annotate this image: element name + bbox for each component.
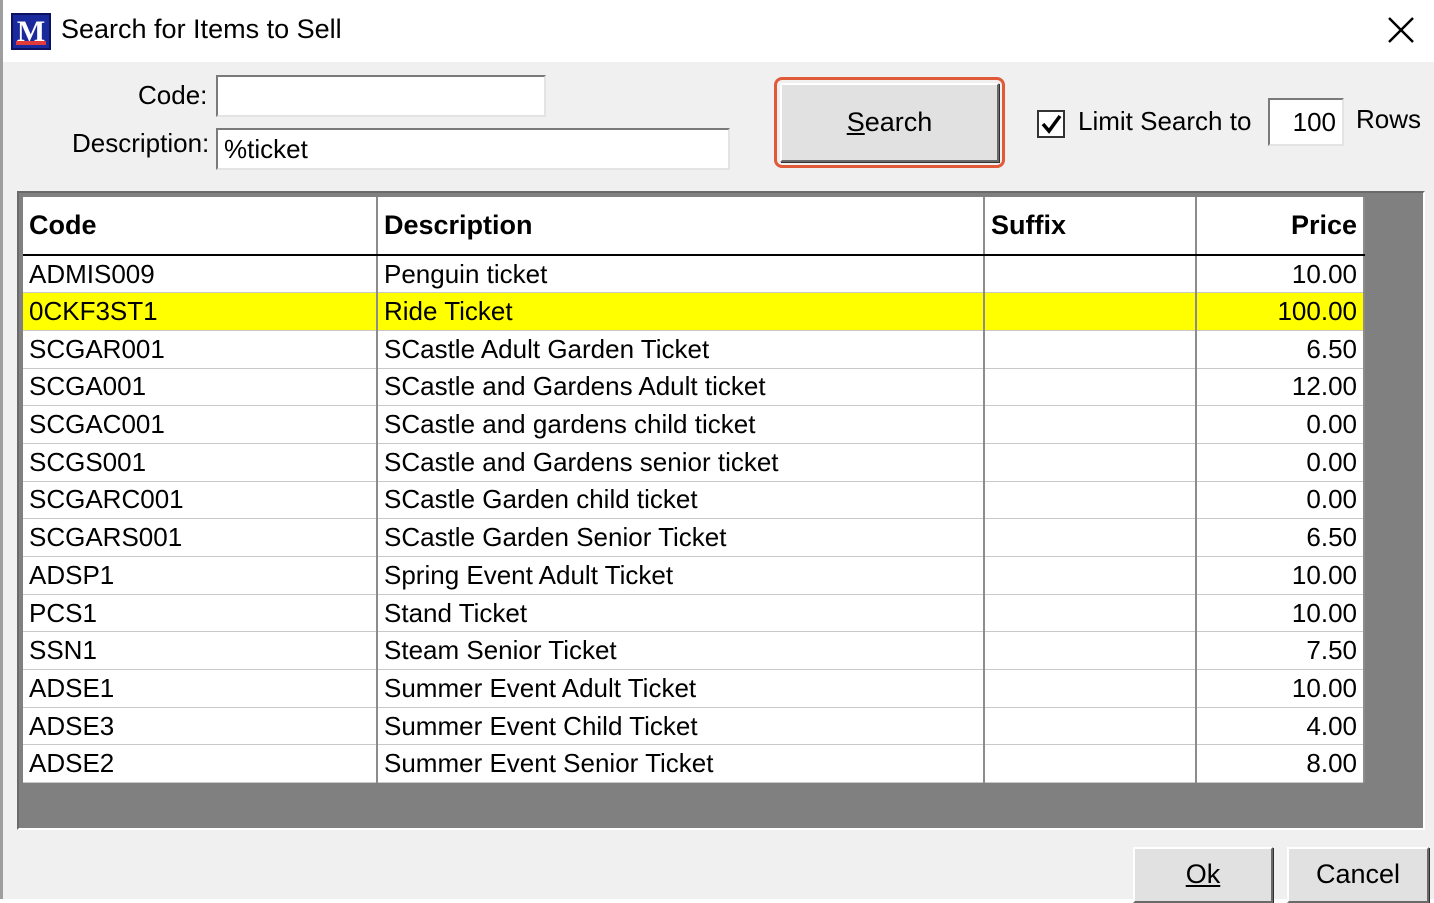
limit-search-checkbox[interactable] bbox=[1037, 110, 1065, 138]
cell-suffix bbox=[984, 368, 1197, 407]
cell-description: SCastle Garden Senior Ticket bbox=[377, 518, 985, 557]
cell-description: Spring Event Adult Ticket bbox=[377, 556, 985, 595]
im-logo-icon: M bbox=[11, 13, 51, 50]
column-header-price[interactable]: Price bbox=[1196, 197, 1365, 256]
cell-code: ADSE1 bbox=[23, 669, 378, 708]
table-row[interactable]: SCGAC001 SCastle and gardens child ticket… bbox=[23, 405, 1365, 444]
cell-suffix bbox=[984, 707, 1197, 746]
cell-suffix bbox=[984, 405, 1197, 444]
cell-price: 0.00 bbox=[1196, 481, 1365, 520]
cell-description: SCastle and gardens child ticket bbox=[377, 405, 985, 444]
cell-description: Stand Ticket bbox=[377, 594, 985, 633]
table-row[interactable]: SCGAR001 SCastle Adult Garden Ticket 6.50 bbox=[23, 330, 1365, 369]
table-row[interactable]: SCGS001 SCastle and Gardens senior ticket… bbox=[23, 443, 1365, 482]
cell-suffix bbox=[984, 556, 1197, 595]
ok-button-label: Ok bbox=[1185, 859, 1221, 889]
search-button[interactable]: Search bbox=[780, 83, 999, 162]
dialog-window: M Search for Items to Sell Code: Descrip… bbox=[0, 0, 1434, 903]
cancel-button[interactable]: Cancel bbox=[1287, 847, 1429, 903]
column-header-code[interactable]: Code bbox=[23, 197, 378, 256]
cell-code: SCGAC001 bbox=[23, 405, 378, 444]
cell-price: 10.00 bbox=[1196, 669, 1365, 708]
description-label: Description: bbox=[72, 128, 210, 158]
table-row[interactable]: 0CKF3ST1 Ride Ticket 100.00 bbox=[23, 292, 1365, 331]
cell-description: SCastle and Gardens Adult ticket bbox=[377, 368, 985, 407]
cell-code: ADMIS009 bbox=[23, 255, 378, 294]
column-header-description[interactable]: Description bbox=[377, 197, 985, 256]
title-bar: M Search for Items to Sell bbox=[3, 0, 1434, 62]
cell-price: 6.50 bbox=[1196, 330, 1365, 369]
table-row[interactable]: ADSE3 Summer Event Child Ticket 4.00 bbox=[23, 707, 1365, 746]
table-row[interactable]: SCGARC001 SCastle Garden child ticket 0.00 bbox=[23, 481, 1365, 520]
cell-code: SCGS001 bbox=[23, 443, 378, 482]
cell-suffix bbox=[984, 594, 1197, 633]
table-row[interactable]: PCS1 Stand Ticket 10.00 bbox=[23, 594, 1365, 633]
cell-suffix bbox=[984, 255, 1197, 294]
table-row[interactable]: ADSE2 Summer Event Senior Ticket 8.00 bbox=[23, 744, 1365, 784]
cell-code: ADSE2 bbox=[23, 744, 378, 784]
table-row[interactable]: ADSP1 Spring Event Adult Ticket 10.00 bbox=[23, 556, 1365, 595]
cell-price: 10.00 bbox=[1196, 556, 1365, 595]
cell-price: 10.00 bbox=[1196, 255, 1365, 294]
close-icon bbox=[1388, 17, 1414, 43]
cell-price: 7.50 bbox=[1196, 631, 1365, 671]
cell-code: SCGARS001 bbox=[23, 518, 378, 557]
cell-description: SCastle and Gardens senior ticket bbox=[377, 443, 985, 482]
cell-price: 12.00 bbox=[1196, 368, 1365, 407]
table-row[interactable]: SCGARS001 SCastle Garden Senior Ticket 6.5… bbox=[23, 518, 1365, 557]
description-input[interactable]: %ticket bbox=[216, 128, 730, 170]
cell-description: Ride Ticket bbox=[377, 292, 985, 331]
limit-rows-input[interactable]: 100 bbox=[1268, 98, 1344, 146]
cell-suffix bbox=[984, 669, 1197, 708]
table-row[interactable]: ADSE1 Summer Event Adult Ticket 10.00 bbox=[23, 669, 1365, 708]
cell-description: Steam Senior Ticket bbox=[377, 631, 985, 671]
search-button-label: Search bbox=[846, 107, 933, 137]
results-body: ADMIS009 Penguin ticket 10.00 0CKF3ST1 Ride … bbox=[23, 255, 1365, 784]
cell-price: 4.00 bbox=[1196, 707, 1365, 746]
cell-code: PCS1 bbox=[23, 594, 378, 633]
cell-suffix bbox=[984, 481, 1197, 520]
cell-code: SSN1 bbox=[23, 631, 378, 671]
cell-code: ADSE3 bbox=[23, 707, 378, 746]
search-button-focus-ring: Search bbox=[774, 77, 1005, 168]
column-header-suffix[interactable]: Suffix bbox=[984, 197, 1197, 256]
table-row[interactable]: ADMIS009 Penguin ticket 10.00 bbox=[23, 255, 1365, 294]
cell-code: ADSP1 bbox=[23, 556, 378, 595]
cell-price: 10.00 bbox=[1196, 594, 1365, 633]
cell-suffix bbox=[984, 744, 1197, 784]
close-button[interactable] bbox=[1379, 10, 1423, 50]
cell-price: 6.50 bbox=[1196, 518, 1365, 557]
cell-description: Penguin ticket bbox=[377, 255, 985, 294]
cell-suffix bbox=[984, 292, 1197, 331]
window-title: Search for Items to Sell bbox=[61, 14, 342, 44]
cell-code: SCGAR001 bbox=[23, 330, 378, 369]
table-row[interactable]: SCGA001 SCastle and Gardens Adult ticket 1… bbox=[23, 368, 1365, 407]
rows-label: Rows bbox=[1356, 104, 1422, 134]
code-input[interactable] bbox=[216, 75, 546, 117]
cell-suffix bbox=[984, 443, 1197, 482]
cell-price: 100.00 bbox=[1196, 292, 1365, 331]
cell-price: 0.00 bbox=[1196, 405, 1365, 444]
results-table: Code Description Suffix Price ADMIS009 Pe… bbox=[23, 197, 1365, 784]
cell-suffix bbox=[984, 330, 1197, 369]
results-grid: Code Description Suffix Price ADMIS009 Pe… bbox=[17, 191, 1425, 830]
header-row: Code Description Suffix Price bbox=[23, 197, 1365, 256]
cell-price: 8.00 bbox=[1196, 744, 1365, 784]
cell-description: SCastle Adult Garden Ticket bbox=[377, 330, 985, 369]
ok-button[interactable]: Ok bbox=[1133, 847, 1273, 903]
table-row[interactable]: SSN1 Steam Senior Ticket 7.50 bbox=[23, 631, 1365, 671]
limit-search-label: Limit Search to bbox=[1078, 106, 1252, 136]
cell-code: 0CKF3ST1 bbox=[23, 292, 378, 331]
cell-description: SCastle Garden child ticket bbox=[377, 481, 985, 520]
cell-description: Summer Event Senior Ticket bbox=[377, 744, 985, 784]
cell-description: Summer Event Child Ticket bbox=[377, 707, 985, 746]
cell-suffix bbox=[984, 518, 1197, 557]
cell-price: 0.00 bbox=[1196, 443, 1365, 482]
cell-description: Summer Event Adult Ticket bbox=[377, 669, 985, 708]
cell-code: SCGARC001 bbox=[23, 481, 378, 520]
checkmark-icon bbox=[1041, 114, 1062, 134]
cell-suffix bbox=[984, 631, 1197, 671]
cell-code: SCGA001 bbox=[23, 368, 378, 407]
code-label: Code: bbox=[138, 80, 208, 110]
